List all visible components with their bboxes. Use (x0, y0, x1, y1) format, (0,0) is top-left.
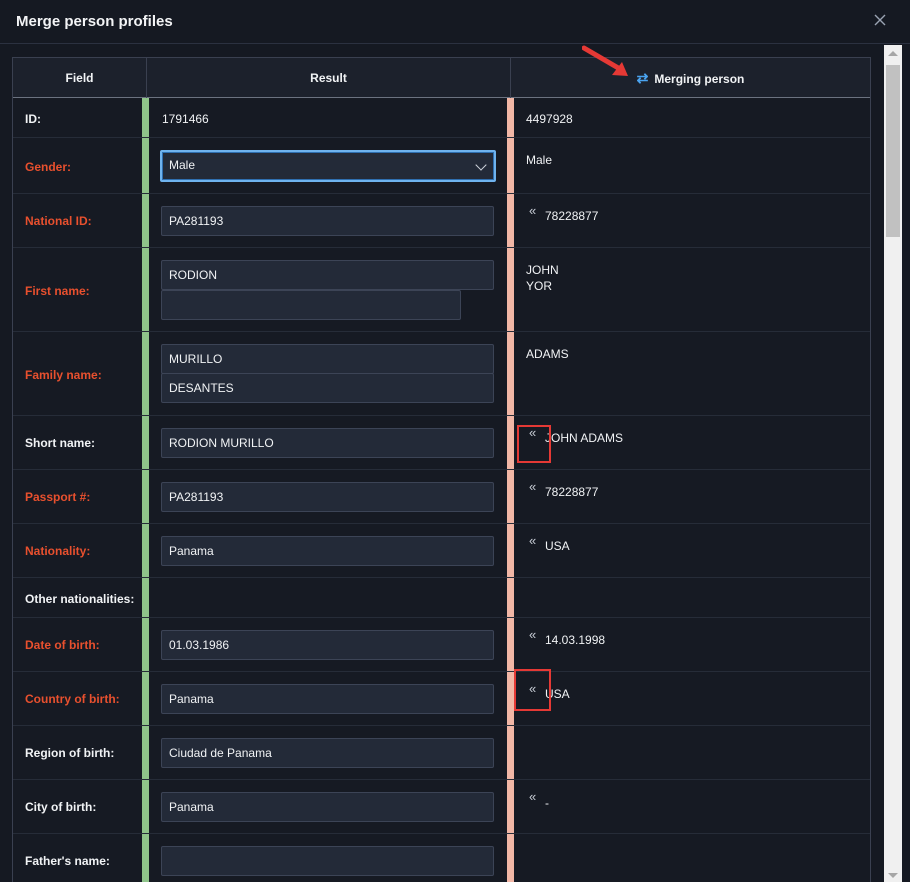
field-label: Short name: (25, 436, 96, 450)
nationality-input[interactable]: Panama (161, 536, 494, 566)
merge-value: 4497928 (526, 112, 573, 126)
field-label: First name: (25, 284, 90, 298)
table-header: Field Result ⇄ Merging person (13, 58, 870, 98)
row-country-of-birth: Country of birth: Panama « USA (13, 672, 870, 726)
row-other-nationalities: Other nationalities: (13, 578, 870, 618)
copy-left-icon[interactable]: « (529, 203, 536, 218)
scroll-thumb[interactable] (886, 65, 900, 237)
passport-input[interactable]: PA281193 (161, 482, 494, 512)
row-national-id: National ID: PA281193 « 78228877 (13, 194, 870, 248)
field-label: Country of birth: (25, 692, 120, 706)
family-name-extra-input[interactable]: DESANTES (161, 373, 494, 403)
field-label: City of birth: (25, 800, 97, 814)
annotation-box-country-of-birth (514, 669, 551, 711)
scrollbar[interactable] (884, 45, 902, 882)
row-short-name: Short name: RODION MURILLO « JOHN ADAMS (13, 416, 870, 470)
row-region-of-birth: Region of birth: Ciudad de Panama (13, 726, 870, 780)
merge-table: Field Result ⇄ Merging person ID: 1791466… (12, 57, 871, 882)
row-city-of-birth: City of birth: Panama « - (13, 780, 870, 834)
first-name-input[interactable]: RODION (161, 260, 494, 290)
annotation-arrow (582, 45, 628, 76)
dialog-title: Merge person profiles (16, 13, 173, 30)
close-icon[interactable] (870, 10, 890, 30)
swap-icon[interactable]: ⇄ (637, 70, 649, 86)
region-of-birth-input[interactable]: Ciudad de Panama (161, 738, 494, 768)
scroll-down-icon[interactable] (888, 873, 898, 878)
family-name-input[interactable]: MURILLO (161, 344, 494, 374)
row-passport: Passport #: PA281193 « 78228877 (13, 470, 870, 524)
annotation-box-short-name (517, 425, 551, 463)
row-family-name: Family name: MURILLO DESANTES ADAMS (13, 332, 870, 416)
row-fathers-name: Father's name: (13, 834, 870, 882)
dialog-header: Merge person profiles (0, 0, 910, 44)
row-id: ID: 1791466 4497928 (13, 98, 870, 138)
merge-value: 78228877 (545, 485, 599, 499)
date-of-birth-input[interactable]: 01.03.1986 (161, 630, 494, 660)
header-field: Field (65, 71, 94, 85)
scroll-up-icon[interactable] (888, 51, 898, 56)
field-label: ID: (25, 112, 41, 126)
national-id-input[interactable]: PA281193 (161, 206, 494, 236)
merge-value: 78228877 (545, 209, 599, 223)
header-merging-person[interactable]: ⇄ Merging person (510, 58, 870, 98)
field-label: Other nationalities: (25, 592, 135, 606)
copy-left-icon[interactable]: « (529, 627, 536, 642)
merge-value: ADAMS (526, 347, 569, 361)
merge-value: USA (545, 539, 570, 553)
field-label: Family name: (25, 368, 102, 382)
gender-select-value: Male (169, 158, 196, 172)
gender-select[interactable]: Male (160, 150, 496, 182)
merge-value: Male (526, 153, 553, 167)
merge-value: JOHN ADAMS (545, 431, 624, 445)
merge-value: - (545, 796, 549, 810)
field-label: Region of birth: (25, 746, 115, 760)
row-date-of-birth: Date of birth: 01.03.1986 « 14.03.1998 (13, 618, 870, 672)
copy-left-icon[interactable]: « (529, 479, 536, 494)
copy-left-icon[interactable]: « (529, 533, 536, 548)
merge-value-2: YOR (526, 279, 553, 293)
row-first-name: First name: RODION JOHN YOR (13, 248, 870, 332)
merge-value: 14.03.1998 (545, 633, 606, 647)
chevron-down-icon (475, 159, 487, 171)
copy-left-icon[interactable]: « (529, 789, 536, 804)
fathers-name-input[interactable] (161, 846, 494, 876)
header-merging-label: Merging person (654, 72, 745, 86)
field-label: Gender: (25, 160, 72, 174)
country-of-birth-input[interactable]: Panama (161, 684, 494, 714)
row-gender: Gender: Male Male (13, 138, 870, 194)
field-label: Father's name: (25, 854, 110, 868)
merge-value: JOHN (526, 263, 559, 277)
header-result: Result (146, 58, 510, 98)
city-of-birth-input[interactable]: Panama (161, 792, 494, 822)
field-label: Passport #: (25, 490, 91, 504)
field-label: National ID: (25, 214, 92, 228)
short-name-input[interactable]: RODION MURILLO (161, 428, 494, 458)
field-label: Date of birth: (25, 638, 100, 652)
first-name-extra-input[interactable] (161, 290, 461, 320)
result-value: 1791466 (162, 112, 209, 126)
field-label: Nationality: (25, 544, 91, 558)
row-nationality: Nationality: Panama « USA (13, 524, 870, 578)
